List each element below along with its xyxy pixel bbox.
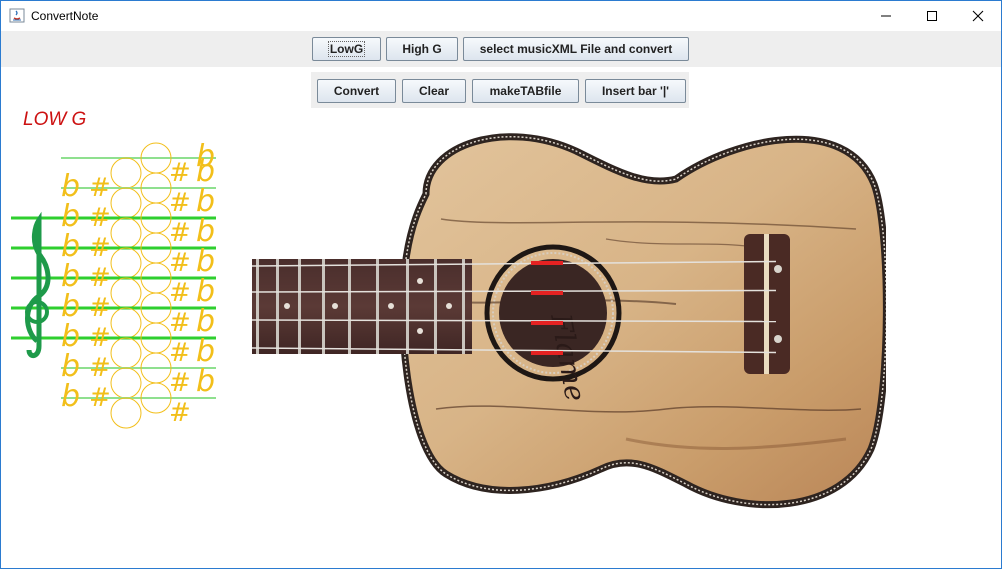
fret-wire (462, 259, 465, 354)
sharp-symbol[interactable]: # (169, 188, 191, 218)
note-circle[interactable] (110, 397, 142, 429)
high-g-button[interactable]: High G (386, 37, 458, 61)
high-g-label: High G (402, 42, 442, 56)
fret-wire (276, 259, 279, 354)
note-circle[interactable] (110, 247, 142, 279)
minimize-icon (881, 15, 891, 17)
sharp-symbol[interactable]: # (89, 293, 111, 323)
maximize-icon (927, 11, 937, 21)
fret-wire (298, 259, 301, 354)
fret-wire (376, 259, 379, 354)
note-circle[interactable] (110, 187, 142, 219)
clear-button[interactable]: Clear (402, 79, 466, 103)
fret-dot (417, 278, 423, 284)
string-marker[interactable] (531, 321, 563, 325)
note-staff: b# bb # # bb # # bb # # bb # # bb # # bb # # bb # # bb # # (11, 139, 216, 429)
app-window: ConvertNote LowG High G select musicXML … (0, 0, 1002, 569)
treble-clef-icon (25, 211, 51, 358)
sharp-symbol[interactable]: # (89, 203, 111, 233)
sharp-symbol[interactable]: # (169, 368, 191, 398)
low-g-label: LowG (327, 41, 366, 57)
fret-wire (434, 259, 437, 354)
fret-dot (417, 328, 423, 334)
sharp-symbol[interactable]: # (169, 338, 191, 368)
string-marker[interactable] (531, 351, 563, 355)
note-circle[interactable] (110, 367, 142, 399)
note-circle[interactable] (110, 157, 142, 189)
insert-bar-button[interactable]: Insert bar '|' (585, 79, 686, 103)
sharp-symbol[interactable]: # (89, 263, 111, 293)
sharp-symbol[interactable]: # (169, 398, 191, 428)
string-marker[interactable] (531, 261, 563, 265)
tuning-toolbar: LowG High G select musicXML File and con… (1, 31, 1001, 67)
note-circle[interactable] (110, 217, 142, 249)
sharp-symbol[interactable]: # (169, 278, 191, 308)
convert-button[interactable]: Convert (317, 79, 396, 103)
sharp-symbol[interactable]: # (89, 383, 111, 413)
sharp-symbol[interactable]: # (169, 158, 191, 188)
select-musicxml-button[interactable]: select musicXML File and convert (463, 37, 689, 61)
sharp-symbol[interactable]: # (169, 308, 191, 338)
close-icon (972, 10, 984, 22)
select-musicxml-label: select musicXML File and convert (479, 42, 673, 56)
sharp-symbol[interactable]: # (89, 353, 111, 383)
sharp-symbol[interactable]: # (169, 218, 191, 248)
convert-label: Convert (333, 84, 380, 98)
fret-dot (388, 303, 394, 309)
clear-label: Clear (418, 84, 450, 98)
fret-wire (256, 259, 259, 354)
flat-symbol[interactable]: b (61, 379, 80, 414)
fret-dot (446, 303, 452, 309)
action-toolbar: Convert Clear makeTABfile Insert bar '|' (311, 72, 689, 108)
fret-wire (348, 259, 351, 354)
fret-dot (332, 303, 338, 309)
sharp-symbol[interactable]: # (89, 173, 111, 203)
fret-wire (322, 259, 325, 354)
sharp-symbol[interactable]: # (89, 323, 111, 353)
note-circle[interactable] (110, 337, 142, 369)
make-tab-label: makeTABfile (489, 84, 562, 98)
minimize-button[interactable] (863, 1, 909, 31)
string-marker[interactable] (531, 291, 563, 295)
ukulele-image: Flame (251, 133, 886, 509)
window-title: ConvertNote (31, 9, 99, 23)
title-bar: ConvertNote (1, 1, 1001, 31)
sharp-symbol[interactable]: # (89, 233, 111, 263)
insert-bar-label: Insert bar '|' (601, 84, 670, 98)
close-button[interactable] (955, 1, 1001, 31)
note-circle[interactable] (110, 307, 142, 339)
sharp-symbol[interactable]: # (169, 248, 191, 278)
fret-dot (284, 303, 290, 309)
flat-symbol[interactable]: b (196, 364, 215, 399)
make-tab-button[interactable]: makeTABfile (472, 79, 579, 103)
java-app-icon (9, 8, 25, 23)
low-g-button[interactable]: LowG (312, 37, 381, 61)
maximize-button[interactable] (909, 1, 955, 31)
fret-wire (406, 259, 409, 354)
note-circle[interactable] (110, 277, 142, 309)
tuning-label: LOW G (23, 109, 87, 130)
